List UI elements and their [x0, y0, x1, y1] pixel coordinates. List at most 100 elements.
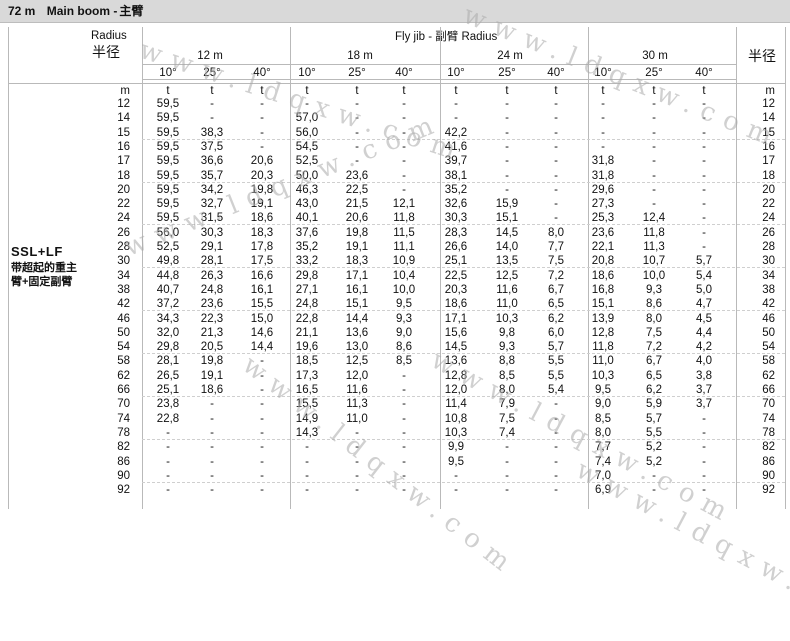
table-cell: 14,3 [295, 426, 319, 439]
table-cell: 3,8 [696, 369, 712, 382]
radius-value-right: 62 [762, 369, 775, 382]
table-cell: 52,5 [156, 241, 180, 253]
table-cell: - [355, 455, 359, 468]
radius-value-right: 42 [762, 298, 775, 311]
table-cell: - [652, 126, 656, 139]
radius-value: 24 [117, 212, 130, 225]
table-cell: - [305, 469, 309, 482]
table-cell: - [355, 484, 359, 497]
radius-value: 82 [117, 441, 130, 454]
table-cell: 4,5 [696, 312, 712, 325]
table-cell: 43,0 [295, 198, 319, 211]
radius-value: 74 [117, 412, 130, 425]
table-cell: 18,6 [200, 384, 224, 396]
radius-value-right: 20 [762, 183, 775, 196]
table-cell: 37,5 [200, 140, 224, 153]
table-cell: - [210, 455, 214, 468]
unit-t: t [454, 85, 458, 97]
table-cell: 12,5 [495, 269, 519, 282]
table-cell: - [210, 441, 214, 454]
row-rule [142, 353, 785, 355]
table-cell: 26,3 [200, 269, 224, 282]
table-cell: 12,0 [444, 384, 468, 396]
table-cell: - [505, 140, 509, 153]
table-cell: - [505, 455, 509, 468]
table-cell: 59,5 [156, 198, 180, 211]
row-rule [142, 181, 785, 183]
table-cell: 15,1 [495, 212, 519, 225]
radius-label-cn-right: 半径 [748, 48, 776, 64]
header-rule [142, 79, 290, 80]
table-cell: 24,8 [295, 298, 319, 311]
table-cell: 16,8 [591, 283, 615, 296]
table-cell: 38,3 [200, 126, 224, 139]
angle-header: 40° [253, 67, 271, 79]
radius-value: 58 [117, 355, 130, 368]
table-cell: 17,1 [345, 269, 369, 282]
table-cell: - [554, 140, 558, 153]
table-cell: 17,3 [295, 369, 319, 382]
table-cell: 5,0 [696, 283, 712, 296]
table-cell: 23,8 [156, 398, 180, 411]
table-cell: 56,0 [156, 226, 180, 239]
radius-value: 34 [117, 269, 130, 282]
unit-t: t [601, 85, 605, 97]
unit-t: t [355, 85, 359, 97]
table-cell: 40,1 [295, 212, 319, 225]
row-rule [142, 310, 785, 312]
table-cell: 10,0 [642, 269, 666, 282]
radius-value-right: 17 [762, 155, 775, 168]
table-cell: 8,0 [548, 226, 564, 239]
table-cell: 6,7 [548, 283, 564, 296]
table-cell: 7,0 [595, 469, 611, 482]
table-cell: - [305, 484, 309, 497]
table-cell: 28,3 [444, 226, 468, 239]
table-cell: - [702, 226, 706, 239]
table-cell: 9,3 [646, 283, 662, 296]
table-title-bar: 72 m Main boom - 主臂 [0, 0, 790, 23]
radius-value: 38 [117, 283, 130, 296]
table-cell: 4,2 [696, 341, 712, 354]
radius-value: 46 [117, 312, 130, 325]
table-cell: - [702, 169, 706, 182]
table-cell: 29,8 [156, 341, 180, 354]
table-cell: - [652, 469, 656, 482]
radius-value-right: 28 [762, 241, 775, 253]
table-cell: 26,6 [444, 241, 468, 253]
table-cell: 46,3 [295, 183, 319, 196]
radius-value: 54 [117, 341, 130, 354]
table-cell: - [260, 426, 264, 439]
table-cell: - [702, 98, 706, 110]
table-cell: 25,1 [156, 384, 180, 396]
table-cell: - [260, 140, 264, 153]
table-cell: 11,1 [393, 241, 415, 253]
table-cell: - [702, 198, 706, 211]
table-cell: 22,1 [591, 241, 615, 253]
table-cell: 5,7 [646, 412, 662, 425]
table-cell: 11,8 [643, 226, 665, 239]
radius-value: 86 [117, 455, 130, 468]
table-cell: - [402, 169, 406, 182]
table-cell: 6,2 [646, 384, 662, 396]
table-cell: 57,0 [295, 112, 319, 125]
table-cell: - [305, 98, 309, 110]
table-cell: 22,8 [295, 312, 319, 325]
table-cell: 27,1 [295, 283, 319, 296]
header-rule [588, 64, 736, 65]
header-rule [290, 64, 440, 65]
radius-value: 20 [117, 183, 130, 196]
table-cell: 18,6 [250, 212, 274, 225]
unit-t: t [402, 85, 406, 97]
table-cell: 18,3 [345, 255, 369, 268]
table-cell: 10,3 [591, 369, 615, 382]
table-cell: - [166, 455, 170, 468]
table-cell: 11,8 [393, 212, 415, 225]
table-cell: - [402, 412, 406, 425]
table-cell: - [260, 98, 264, 110]
table-cell: 12,0 [345, 369, 369, 382]
table-cell: - [652, 169, 656, 182]
radius-value-right: 16 [762, 140, 775, 153]
table-cell: 24,8 [200, 283, 224, 296]
boom-length: 72 m [8, 4, 36, 18]
table-cell: 10,7 [642, 255, 666, 268]
